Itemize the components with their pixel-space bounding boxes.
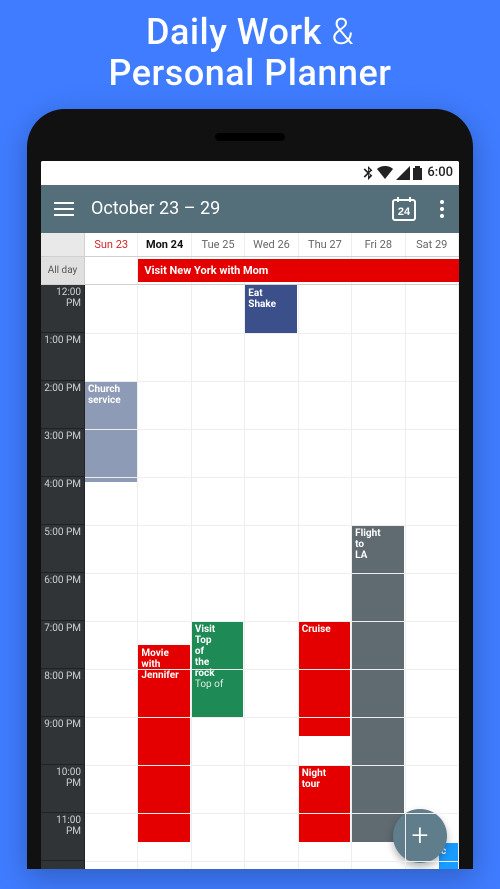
status-bar: 6:00	[41, 161, 459, 185]
hour-label: 5:00 PM	[41, 525, 84, 573]
day-header-row: Sun 23Mon 24Tue 25Wed 26Thu 27Fri 28Sat …	[41, 233, 459, 257]
all-day-label: All day	[41, 257, 85, 284]
status-time: 6:00	[427, 165, 453, 180]
promo-headline: Daily Work & Personal Planner	[109, 12, 392, 95]
phone-frame: 6:00 October 23 – 29 24 Sun 23Mon 24Tue …	[27, 109, 473, 869]
day-header-gutter	[41, 233, 85, 256]
hour-label: 10:00 PM	[41, 765, 84, 813]
hour-label: 2:00 PM	[41, 381, 84, 429]
hour-label: 6:00 PM	[41, 573, 84, 621]
wifi-icon	[377, 166, 393, 180]
day-header-sat[interactable]: Sat 29	[406, 233, 459, 256]
time-column: 12:00 PM1:00 PM2:00 PM3:00 PM4:00 PM5:00…	[41, 285, 85, 869]
today-button[interactable]: 24	[387, 192, 421, 226]
hour-label: 12:00 PM	[41, 285, 84, 333]
hour-label: 9:00 PM	[41, 717, 84, 765]
days-area[interactable]: ChurchserviceEatShakeFlighttoLAVisitTopo…	[85, 285, 459, 869]
hour-label: 1:00 PM	[41, 333, 84, 381]
all-day-track: Visit New York with Mom	[85, 257, 459, 284]
battery-icon	[413, 166, 422, 180]
hour-label: 7:00 PM	[41, 621, 84, 669]
day-header-fri[interactable]: Fri 28	[352, 233, 405, 256]
day-header-tue[interactable]: Tue 25	[192, 233, 245, 256]
screen: 6:00 October 23 – 29 24 Sun 23Mon 24Tue …	[41, 161, 459, 869]
app-toolbar: October 23 – 29 24	[41, 185, 459, 233]
cell-signal-icon	[396, 166, 410, 180]
all-day-row: All day Visit New York with Mom	[41, 257, 459, 285]
overflow-button[interactable]	[431, 192, 453, 226]
svg-text:24: 24	[398, 206, 411, 218]
toolbar-title: October 23 – 29	[91, 198, 377, 219]
hour-label: 8:00 PM	[41, 669, 84, 717]
week-grid[interactable]: 12:00 PM1:00 PM2:00 PM3:00 PM4:00 PM5:00…	[41, 285, 459, 869]
day-header-mon[interactable]: Mon 24	[138, 233, 191, 256]
day-header-wed[interactable]: Wed 26	[245, 233, 298, 256]
day-header-sun[interactable]: Sun 23	[85, 233, 138, 256]
allday-event[interactable]: Visit New York with Mom	[138, 259, 459, 282]
hour-label: 3:00 PM	[41, 429, 84, 477]
day-header-thu[interactable]: Thu 27	[299, 233, 352, 256]
bluetooth-icon	[362, 166, 374, 180]
menu-button[interactable]	[47, 192, 81, 226]
hour-label: 4:00 PM	[41, 477, 84, 525]
hour-label: 11:00 PM	[41, 813, 84, 861]
